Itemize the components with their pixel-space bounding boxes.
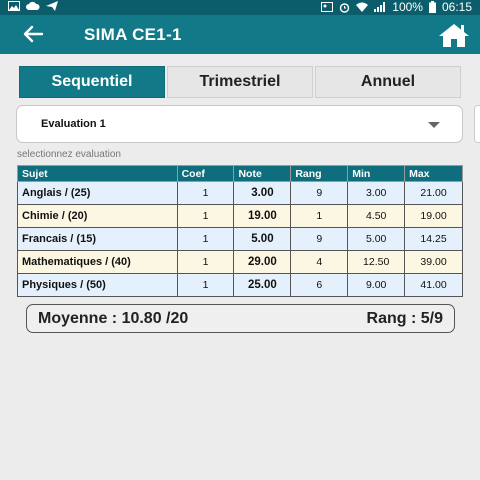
cell-max: 14.25 — [404, 227, 463, 251]
cell-max: 21.00 — [404, 181, 463, 205]
app-bar: SIMA CE1-1 — [0, 15, 480, 54]
cell-coef: 1 — [176, 273, 235, 297]
evaluation-select[interactable]: Evaluation 1 — [16, 105, 463, 143]
header-sujet: Sujet — [17, 165, 178, 182]
cell-coef: 1 — [176, 204, 235, 228]
cell-note: 29.00 — [233, 250, 292, 274]
cell-note: 3.00 — [233, 181, 292, 205]
average-score: Moyenne : 10.80 /20 — [38, 310, 189, 327]
cell-min: 3.00 — [347, 181, 406, 205]
header-max: Max — [404, 165, 463, 182]
summary-box: Moyenne : 10.80 /20 Rang : 5/9 — [26, 304, 455, 333]
evaluation-hint: selectionnez evaluation — [17, 149, 121, 160]
tab-sequentiel[interactable]: Sequentiel — [19, 66, 165, 98]
image-icon — [321, 2, 334, 12]
table-header-row: Sujet Coef Note Rang Min Max — [17, 165, 463, 182]
cloud-icon — [26, 1, 40, 10]
cell-min: 5.00 — [347, 227, 406, 251]
cell-rang: 6 — [290, 273, 349, 297]
cell-sujet: Physiques / (50) — [17, 273, 178, 297]
battery-icon — [428, 1, 436, 13]
cell-sujet: Anglais / (25) — [17, 181, 178, 205]
battery-percent: 100% — [392, 0, 423, 14]
side-panel-edge — [474, 105, 480, 143]
status-bar: 100% 06:15 — [0, 0, 480, 15]
cell-note: 19.00 — [233, 204, 292, 228]
tab-annuel[interactable]: Annuel — [315, 66, 461, 98]
overall-rank: Rang : 5/9 — [366, 310, 443, 327]
cell-max: 41.00 — [404, 273, 463, 297]
table-row: Anglais / (25) 1 3.00 9 3.00 21.00 — [17, 181, 463, 205]
clock: 06:15 — [441, 0, 472, 14]
caret-down-icon — [428, 122, 440, 128]
grades-table: Sujet Coef Note Rang Min Max Anglais / (… — [17, 165, 463, 297]
cell-min: 12.50 — [347, 250, 406, 274]
table-row: Francais / (15) 1 5.00 9 5.00 14.25 — [17, 227, 463, 251]
status-indicators: 100% 06:15 — [321, 0, 472, 14]
cell-coef: 1 — [176, 181, 235, 205]
cell-max: 19.00 — [404, 204, 463, 228]
cell-rang: 9 — [290, 181, 349, 205]
status-notifications — [8, 1, 58, 11]
period-tabs: Sequentiel Trimestriel Annuel — [19, 66, 461, 98]
back-button[interactable] — [22, 23, 44, 45]
table-row: Physiques / (50) 1 25.00 6 9.00 41.00 — [17, 273, 463, 297]
cell-rang: 4 — [290, 250, 349, 274]
cell-note: 25.00 — [233, 273, 292, 297]
wifi-icon — [356, 2, 369, 12]
cell-max: 39.00 — [404, 250, 463, 274]
home-button[interactable] — [438, 22, 470, 48]
evaluation-select-value: Evaluation 1 — [41, 118, 106, 130]
image-icon — [8, 1, 20, 11]
send-icon — [46, 1, 58, 11]
table-row: Mathematiques / (40) 1 29.00 4 12.50 39.… — [17, 250, 463, 274]
cell-rang: 9 — [290, 227, 349, 251]
cell-coef: 1 — [176, 250, 235, 274]
cell-note: 5.00 — [233, 227, 292, 251]
home-icon — [439, 24, 469, 47]
cell-sujet: Francais / (15) — [17, 227, 178, 251]
arrow-left-icon — [23, 25, 44, 43]
alarm-icon — [340, 2, 350, 13]
header-min: Min — [347, 165, 406, 182]
tab-trimestriel[interactable]: Trimestriel — [167, 66, 313, 98]
header-coef: Coef — [176, 165, 235, 182]
signal-icon — [374, 2, 386, 12]
cell-min: 9.00 — [347, 273, 406, 297]
cell-sujet: Mathematiques / (40) — [17, 250, 178, 274]
table-row: Chimie / (20) 1 19.00 1 4.50 19.00 — [17, 204, 463, 228]
cell-coef: 1 — [176, 227, 235, 251]
header-note: Note — [233, 165, 292, 182]
cell-sujet: Chimie / (20) — [17, 204, 178, 228]
header-rang: Rang — [290, 165, 349, 182]
cell-rang: 1 — [290, 204, 349, 228]
cell-min: 4.50 — [347, 204, 406, 228]
page-title: SIMA CE1-1 — [84, 25, 182, 44]
